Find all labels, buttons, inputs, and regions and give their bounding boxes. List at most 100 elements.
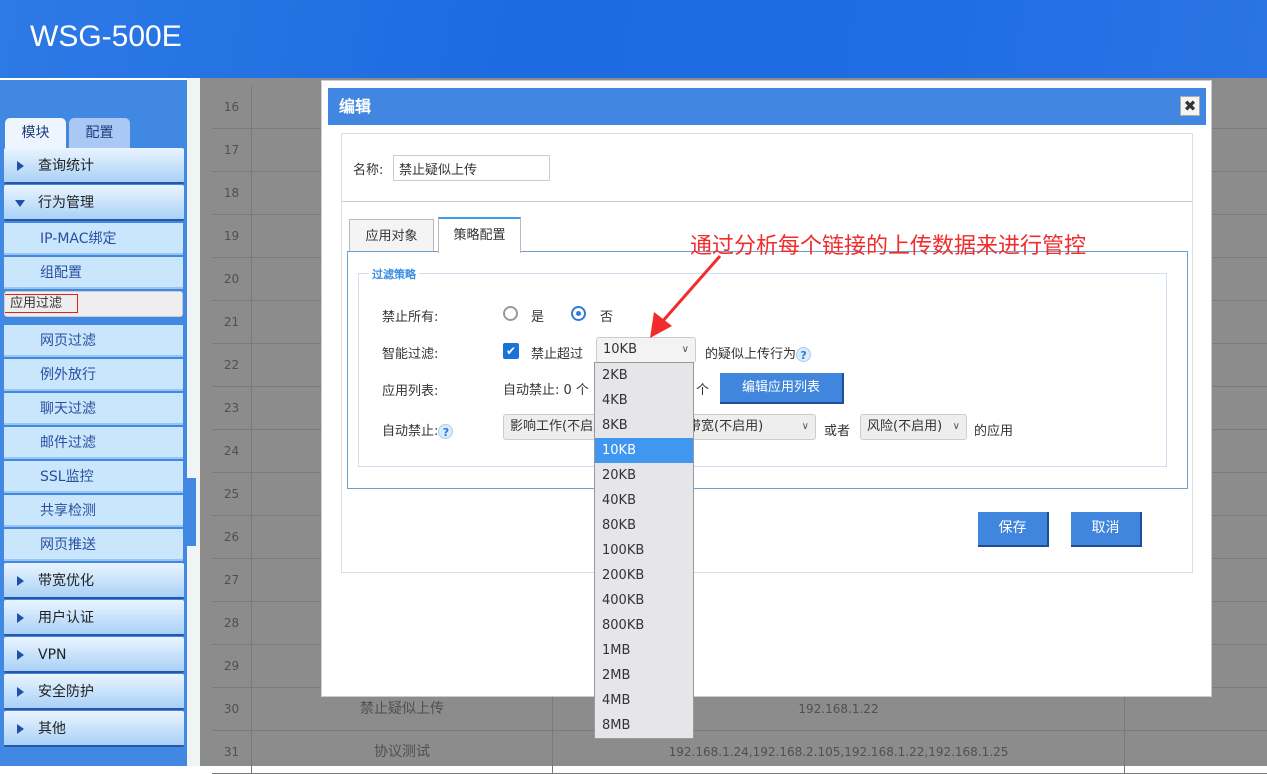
chevron-down-icon: ∨ (952, 421, 960, 432)
filter-policy-fieldset: 过滤策略 禁止所有: 是 否 智能过滤: ✔ 禁止超过 10KB ∨ 的疑似上传行… (358, 266, 1167, 467)
row-number: 26 (212, 516, 252, 559)
smart-prefix: 禁止超过 (531, 347, 584, 362)
help-icon[interactable]: ? (796, 347, 812, 362)
sidebar-item-web-filter[interactable]: 网页过滤 (4, 325, 183, 357)
dropdown-option[interactable]: 800KB (595, 613, 693, 638)
radio-no[interactable] (571, 306, 586, 321)
sidebar-item-mail-filter[interactable]: 邮件过滤 (4, 427, 183, 459)
sidebar-group-query-stats[interactable]: 查询统计 (4, 148, 184, 184)
annotation-text: 通过分析每个链接的上传数据来进行管控 (690, 234, 1087, 259)
sidebar-item-exception[interactable]: 例外放行 (4, 359, 183, 391)
group-label: 行为管理 (38, 195, 94, 211)
smart-filter-label: 智能过滤: (382, 347, 439, 362)
name-label: 名称: (353, 163, 384, 178)
group-label: VPN (38, 647, 67, 663)
row-number: 24 (212, 430, 252, 473)
tab-policy-config[interactable]: 策略配置 (438, 217, 521, 253)
row-number: 30 (212, 688, 252, 731)
dropdown-option[interactable]: 8MB (595, 713, 693, 738)
sidebar-item-chat-filter[interactable]: 聊天过滤 (4, 393, 183, 425)
chevron-down-icon: ∨ (801, 421, 809, 432)
dropdown-option[interactable]: 40KB (595, 488, 693, 513)
help-icon[interactable]: ? (438, 424, 454, 439)
fieldset-legend: 过滤策略 (369, 266, 419, 282)
row-name: 协议测试 (252, 731, 553, 774)
sidebar-group-behavior[interactable]: 行为管理 (4, 185, 184, 221)
row-number: 21 (212, 301, 252, 344)
dropdown-option[interactable]: 400KB (595, 588, 693, 613)
sidebar-group-bandwidth[interactable]: 带宽优化 (4, 563, 184, 599)
tab-content: 过滤策略 禁止所有: 是 否 智能过滤: ✔ 禁止超过 10KB ∨ 的疑似上传行… (347, 251, 1188, 489)
smart-filter-checkbox[interactable]: ✔ (503, 343, 519, 359)
block-all-label: 禁止所有: (382, 310, 439, 325)
dialog-header: 编辑 ✖ (328, 88, 1206, 125)
radio-no-label: 否 (600, 310, 614, 325)
row-number: 16 (212, 86, 252, 129)
select-value: 风险(不启用) (867, 419, 943, 434)
sidebar-item-web-push[interactable]: 网页推送 (4, 529, 183, 561)
dropdown-option[interactable]: 4MB (595, 688, 693, 713)
sidebar-item-group-config[interactable]: 组配置 (4, 257, 183, 289)
sidebar-item-ip-mac[interactable]: IP-MAC绑定 (4, 223, 183, 255)
edit-app-list-button[interactable]: 编辑应用列表 (720, 373, 844, 404)
name-section: 名称: (342, 134, 1192, 202)
header-banner: WSG-500E (0, 0, 1267, 78)
dropdown-option[interactable]: 100KB (595, 538, 693, 563)
sidebar-item-share-detect[interactable]: 共享检测 (4, 495, 183, 527)
row-number: 23 (212, 387, 252, 430)
expand-right-icon (17, 576, 24, 586)
splitter[interactable] (187, 78, 200, 766)
dropdown-option[interactable]: 8KB (595, 413, 693, 438)
item-label: 应用过滤 (5, 294, 79, 313)
dropdown-option[interactable]: 20KB (595, 463, 693, 488)
smart-suffix: 的疑似上传行为? (705, 343, 812, 362)
sidebar-group-vpn[interactable]: VPN (4, 637, 184, 673)
or-label: 或者 (824, 424, 851, 439)
expand-right-icon (17, 613, 24, 623)
app-list-label: 应用列表: (382, 384, 439, 399)
dropdown-option[interactable]: 10KB (595, 438, 693, 463)
count-suffix: 个 (696, 383, 710, 398)
save-button[interactable]: 保存 (978, 512, 1049, 547)
sidebar-group-other[interactable]: 其他 (4, 711, 184, 747)
expand-right-icon (17, 724, 24, 734)
edit-dialog: 编辑 ✖ 名称: 应用对象 策略配置 过滤策略 禁止所有: 是 否 智能过滤: … (321, 80, 1212, 697)
collapse-sidebar-handle[interactable] (187, 478, 196, 546)
tab-app-object[interactable]: 应用对象 (349, 219, 434, 251)
dropdown-option[interactable]: 200KB (595, 563, 693, 588)
dialog-title: 编辑 (339, 97, 372, 116)
label-text: 自动禁止: (382, 424, 439, 439)
bandwidth-select[interactable]: 占用带宽(不启用)∨ (675, 414, 816, 440)
row-number: 18 (212, 172, 252, 215)
dropdown-option[interactable]: 1MB (595, 638, 693, 663)
cancel-button[interactable]: 取消 (1071, 512, 1142, 547)
row-number: 22 (212, 344, 252, 387)
sidebar-group-auth[interactable]: 用户认证 (4, 600, 184, 636)
radio-yes[interactable] (503, 306, 518, 321)
sidebar-tab-config[interactable]: 配置 (69, 118, 130, 148)
sidebar-item-app-filter[interactable]: 应用过滤 (4, 291, 183, 317)
dropdown-option[interactable]: 4KB (595, 388, 693, 413)
dialog-panel: 名称: 应用对象 策略配置 过滤策略 禁止所有: 是 否 智能过滤: ✔ 禁止超… (341, 133, 1193, 573)
group-label: 查询统计 (38, 158, 94, 174)
name-input[interactable] (393, 155, 550, 181)
product-logo: WSG-500E (30, 20, 182, 53)
expand-right-icon (17, 161, 24, 171)
sidebar-tab-modules[interactable]: 模块 (5, 118, 66, 148)
radio-yes-label: 是 (531, 310, 545, 325)
dropdown-option[interactable]: 2KB (595, 363, 693, 388)
suffix-text: 的疑似上传行为 (705, 347, 797, 362)
sidebar-group-security[interactable]: 安全防护 (4, 674, 184, 710)
row-number: 29 (212, 645, 252, 688)
row-number: 31 (212, 731, 252, 774)
dropdown-option[interactable]: 2MB (595, 663, 693, 688)
apps-suffix: 的应用 (974, 424, 1014, 439)
dropdown-option[interactable]: 80KB (595, 513, 693, 538)
risk-select[interactable]: 风险(不启用) ∨ (860, 414, 967, 440)
group-label: 用户认证 (38, 610, 94, 626)
close-icon[interactable]: ✖ (1180, 96, 1200, 116)
row-number: 20 (212, 258, 252, 301)
work-impact-select[interactable]: 影响工作(不启用) (503, 414, 603, 440)
sidebar-item-ssl[interactable]: SSL监控 (4, 461, 183, 493)
auto-block-count: 自动禁止: 0 个 (503, 383, 589, 398)
